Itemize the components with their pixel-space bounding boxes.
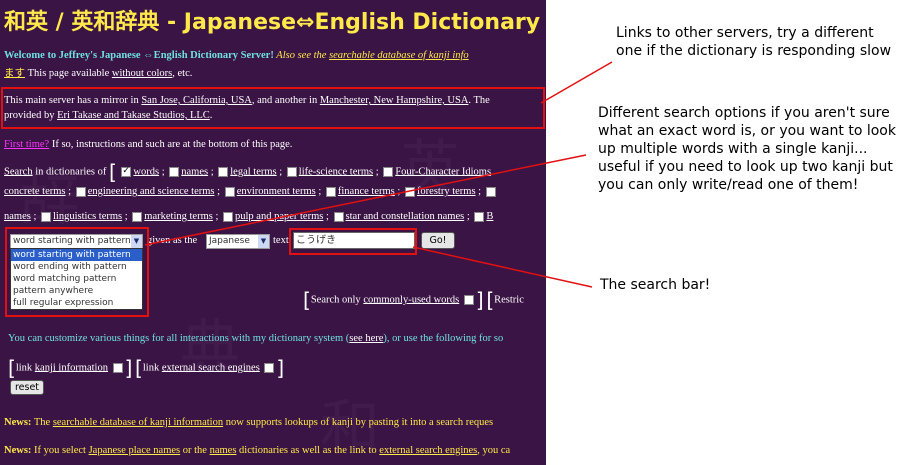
options-connector-line bbox=[144, 154, 587, 246]
options-annotation: Different search options if you aren't s… bbox=[598, 105, 896, 193]
annotation-lines bbox=[144, 61, 613, 288]
servers-annotation: Links to other servers, try a different … bbox=[616, 25, 892, 59]
searchbar-connector-line bbox=[412, 246, 593, 288]
servers-connector-line bbox=[540, 61, 613, 104]
searchbar-annotation: The search bar! bbox=[600, 277, 711, 293]
